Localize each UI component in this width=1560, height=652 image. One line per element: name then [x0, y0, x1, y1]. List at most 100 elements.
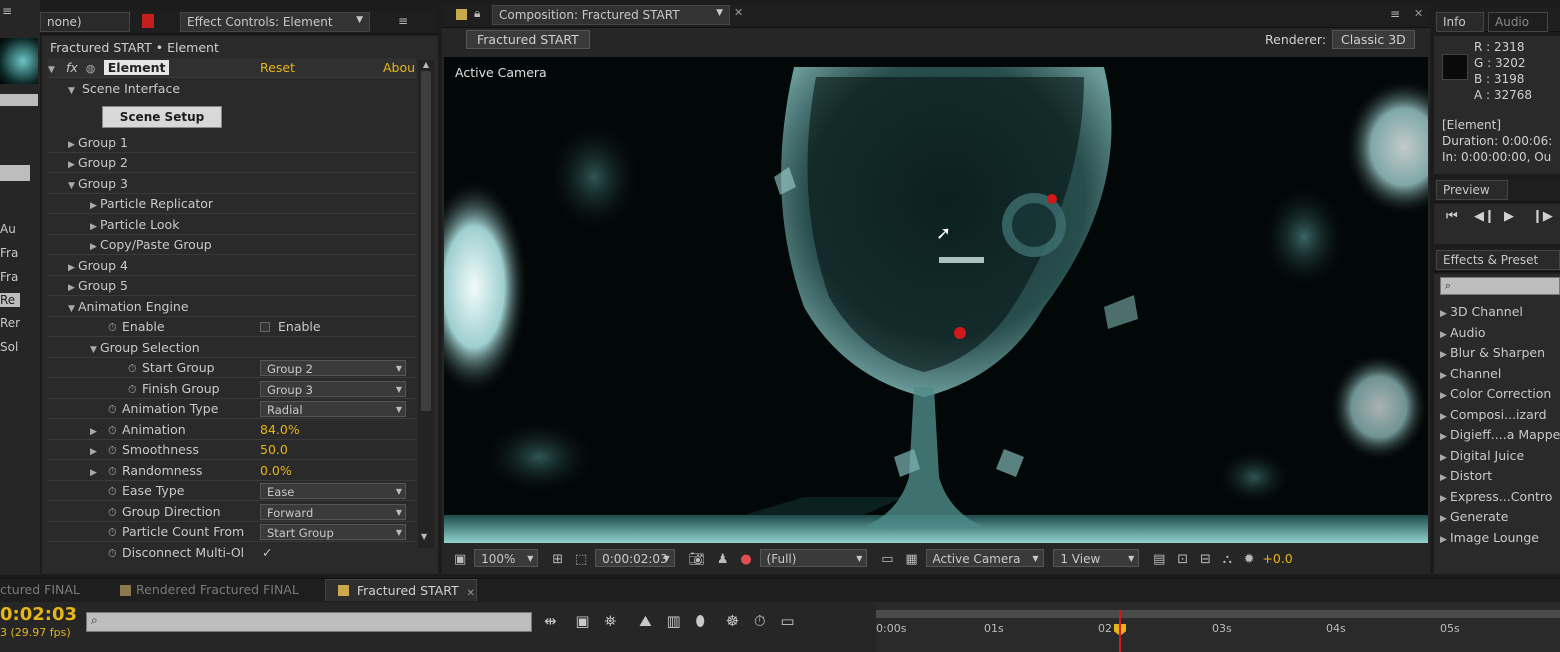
stopwatch-icon[interactable]: ⏱	[754, 612, 766, 630]
timeline-tab[interactable]: Rendered Fractured FINAL	[136, 582, 299, 597]
param-row-disconnect[interactable]: ⏱ Disconnect Multi-Ol ✓	[48, 543, 416, 563]
stopwatch-icon[interactable]: ⏱	[108, 421, 122, 441]
stub-item[interactable]: Rer	[0, 316, 20, 330]
ease-type-dropdown[interactable]: Ease	[260, 483, 406, 500]
param-row-particle-count-from[interactable]: ⏱ Particle Count From Start Group	[48, 522, 416, 542]
panel-menu-icon[interactable]: ≡	[1390, 7, 1400, 21]
chevron-down-icon[interactable]: ▼	[356, 15, 363, 25]
effect-group-row[interactable]: ▼ Group 3	[48, 174, 416, 194]
effect-category-item[interactable]: ▶ Digital Juice	[1440, 448, 1560, 463]
expand-triangle-icon[interactable]: ▶	[68, 258, 78, 278]
lock-icon[interactable]	[142, 14, 154, 28]
scene-setup-button[interactable]: Scene Setup	[102, 106, 222, 128]
timeline-tab-active[interactable]: Fractured START ✕	[325, 579, 477, 601]
stub-item[interactable]: Fra	[0, 270, 18, 284]
param-row-smoothness[interactable]: ▶ ⏱ Smoothness 50.0	[48, 440, 416, 460]
views-layout-dropdown[interactable]: 1 View	[1053, 549, 1140, 568]
effect-category-item[interactable]: ▶ Blur & Sharpen	[1440, 345, 1560, 360]
stopwatch-icon[interactable]: ⏱	[108, 523, 122, 543]
param-row-group-direction[interactable]: ⏱ Group Direction Forward	[48, 502, 416, 522]
tab-effects-presets[interactable]: Effects & Preset	[1436, 250, 1560, 270]
panel-menu-icon[interactable]: ≡	[398, 14, 408, 28]
brainstorm-icon[interactable]: ⬮	[695, 612, 704, 630]
roi-icon[interactable]: ▭	[881, 552, 893, 567]
finish-group-dropdown[interactable]: Group 3	[260, 381, 406, 398]
param-row-animation-type[interactable]: ⏱ Animation Type Radial	[48, 399, 416, 419]
effect-controls-scrollbar[interactable]: ▲	[418, 60, 434, 548]
expand-triangle-icon[interactable]: ▶	[68, 135, 78, 155]
effect-category-item[interactable]: ▶ Generate	[1440, 509, 1560, 524]
chevron-down-icon[interactable]: ▼	[716, 8, 723, 18]
effect-row-element[interactable]: ▼ fx ◍ Element Reset Abou	[48, 58, 416, 78]
effects-search-input[interactable]: ⌕	[1440, 277, 1560, 295]
graph-editor-icon[interactable]: ☸	[726, 612, 739, 630]
effect-subgroup-row[interactable]: ▶ Copy/Paste Group	[48, 235, 416, 255]
frame-blending-icon[interactable]: ⛰	[639, 612, 652, 630]
tab-audio[interactable]: Audio	[1488, 12, 1548, 32]
effect-subgroup-row[interactable]: ▶ Particle Look	[48, 215, 416, 235]
playhead-line[interactable]	[1119, 610, 1121, 652]
close-icon[interactable]: ✕	[734, 6, 743, 19]
tab-preview[interactable]: Preview	[1436, 180, 1508, 200]
transparency-grid-icon[interactable]: ▦	[905, 552, 917, 567]
stopwatch-icon[interactable]: ⏱	[108, 544, 122, 564]
stopwatch-icon[interactable]: ⏱	[108, 482, 122, 502]
close-icon[interactable]: ✕	[466, 588, 474, 599]
param-row-ease-type[interactable]: ⏱ Ease Type Ease	[48, 481, 416, 501]
view-dropdown[interactable]: Active Camera	[925, 549, 1044, 568]
reset-link[interactable]: Reset	[260, 58, 295, 78]
mini-flowchart-icon[interactable]: ⇹	[544, 612, 557, 630]
expand-triangle-icon[interactable]: ▶	[68, 278, 78, 298]
time-ruler[interactable]: 0:00s 01s 02 03s 04s 05s	[876, 602, 1560, 652]
effect-category-item[interactable]: ▶ Color Correction	[1440, 386, 1560, 401]
stub-item[interactable]: Re	[0, 293, 20, 307]
fast-preview-icon[interactable]: ⊡	[1177, 552, 1188, 567]
timeline-search-input[interactable]: ⌕	[86, 612, 532, 632]
hide-shy-icon[interactable]: ⛯	[604, 612, 616, 630]
param-row-animation[interactable]: ▶ ⏱ Animation 84.0%	[48, 420, 416, 440]
group-direction-dropdown[interactable]: Forward	[260, 504, 406, 521]
scroll-down-icon[interactable]: ▼	[421, 532, 427, 541]
color-channel-icon[interactable]: ●	[740, 552, 751, 567]
stub-item[interactable]: Sol	[0, 340, 18, 354]
randomness-value[interactable]: 0.0%	[260, 461, 292, 481]
effect-group-row[interactable]: ▶ Group 2	[48, 153, 416, 173]
draft-3d-icon[interactable]: ▣	[575, 612, 589, 630]
param-row-finish-group[interactable]: ⏱ Finish Group Group 3	[48, 379, 416, 399]
expand-triangle-icon[interactable]: ▼	[68, 299, 78, 319]
expand-triangle-icon[interactable]: ▶	[68, 155, 78, 175]
stub-item[interactable]: Au	[0, 222, 16, 236]
current-time-display[interactable]: 0:02:03	[0, 604, 77, 625]
motion-blur-icon[interactable]: ▥	[667, 612, 681, 630]
effect-category-item[interactable]: ▶ Image Lounge	[1440, 530, 1560, 545]
effect-category-item[interactable]: ▶ Digieff....a Mappe	[1440, 427, 1560, 442]
expand-triangle-icon[interactable]: ▼	[68, 176, 78, 196]
scroll-up-icon[interactable]: ▲	[418, 60, 434, 69]
enable-checkbox[interactable]: Enable	[260, 317, 321, 337]
renderer-button[interactable]: Classic 3D	[1332, 30, 1415, 49]
effect-group-row[interactable]: ▼ Animation Engine	[48, 297, 416, 317]
composition-viewer[interactable]: Active Camera ➚	[444, 57, 1428, 543]
flowchart-icon[interactable]: ⛬	[1223, 552, 1232, 567]
lock-icon[interactable]: 🔒︎	[474, 6, 480, 21]
panel-close-icon[interactable]: ✕	[1414, 7, 1423, 20]
particle-count-dropdown[interactable]: Start Group	[260, 524, 406, 541]
param-row-randomness[interactable]: ▶ ⏱ Randomness 0.0%	[48, 461, 416, 481]
stopwatch-icon[interactable]: ⏱	[108, 462, 122, 482]
previous-frame-icon[interactable]: ◀❙	[1474, 209, 1495, 224]
effect-group-row[interactable]: ▶ Group 4	[48, 256, 416, 276]
toggle-pixel-icon[interactable]: ▤	[1153, 552, 1165, 567]
region-icon[interactable]: ⬚	[575, 552, 587, 567]
scene-interface-row[interactable]: ▼ Scene Interface	[48, 79, 416, 99]
exposure-value[interactable]: +0.0	[1262, 551, 1292, 566]
stopwatch-icon[interactable]: ⏱	[108, 318, 122, 338]
tab-info[interactable]: Info	[1436, 12, 1484, 32]
animation-value[interactable]: 84.0%	[260, 420, 300, 440]
effect-category-item[interactable]: ▶ Composi...izard	[1440, 407, 1560, 422]
stub-menu-icon[interactable]: ≡	[2, 4, 12, 18]
effect-group-row[interactable]: ▶ Group 5	[48, 276, 416, 296]
expand-triangle-icon[interactable]: ▶	[90, 463, 100, 483]
zoom-dropdown[interactable]: 100%	[474, 549, 539, 568]
animation-type-dropdown[interactable]: Radial	[260, 401, 406, 418]
effect-category-item[interactable]: ▶ 3D Channel	[1440, 304, 1560, 319]
